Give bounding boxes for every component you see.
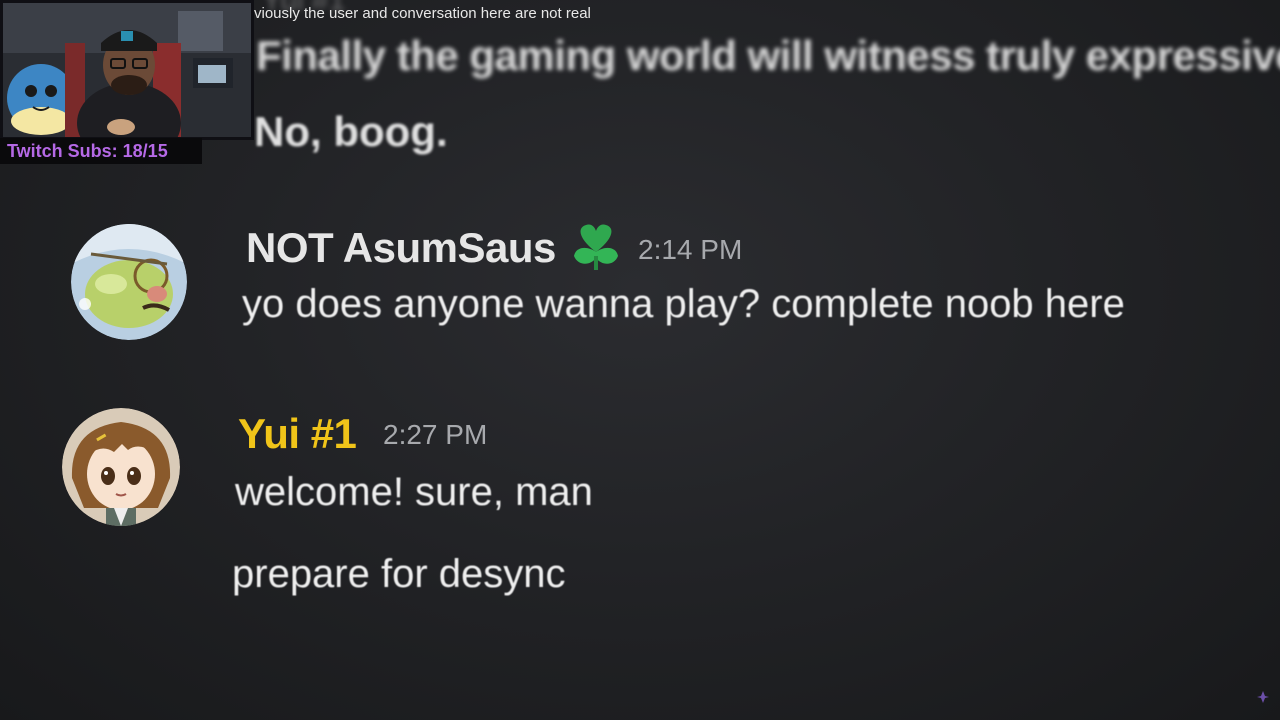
corner-logo-icon	[1256, 690, 1270, 704]
message-username[interactable]: Yui #1	[238, 410, 357, 458]
heart-leaf-icon	[570, 222, 622, 272]
previous-message-line: Finally the gaming world will witness tr…	[256, 32, 1280, 79]
avatar-image	[71, 224, 187, 340]
message-text: yo does anyone wanna play? complete noob…	[242, 282, 1125, 326]
subs-counter: Twitch Subs: 18/15	[7, 141, 168, 161]
message-timestamp: 2:14 PM	[638, 234, 743, 265]
message-text: prepare for desync	[232, 552, 566, 596]
webcam-overlay	[0, 0, 254, 140]
previous-message-line: No, boog.	[254, 108, 448, 155]
message-username[interactable]: NOT AsumSaus	[246, 224, 556, 272]
message-text: welcome! sure, man	[235, 470, 593, 514]
user-avatar[interactable]	[71, 224, 187, 340]
webcam-feed-image	[3, 3, 251, 137]
user-avatar[interactable]	[62, 408, 180, 526]
message-timestamp: 2:27 PM	[383, 419, 488, 450]
avatar-image	[62, 408, 180, 526]
disclaimer-caption: viously the user and conversation here a…	[254, 5, 591, 22]
